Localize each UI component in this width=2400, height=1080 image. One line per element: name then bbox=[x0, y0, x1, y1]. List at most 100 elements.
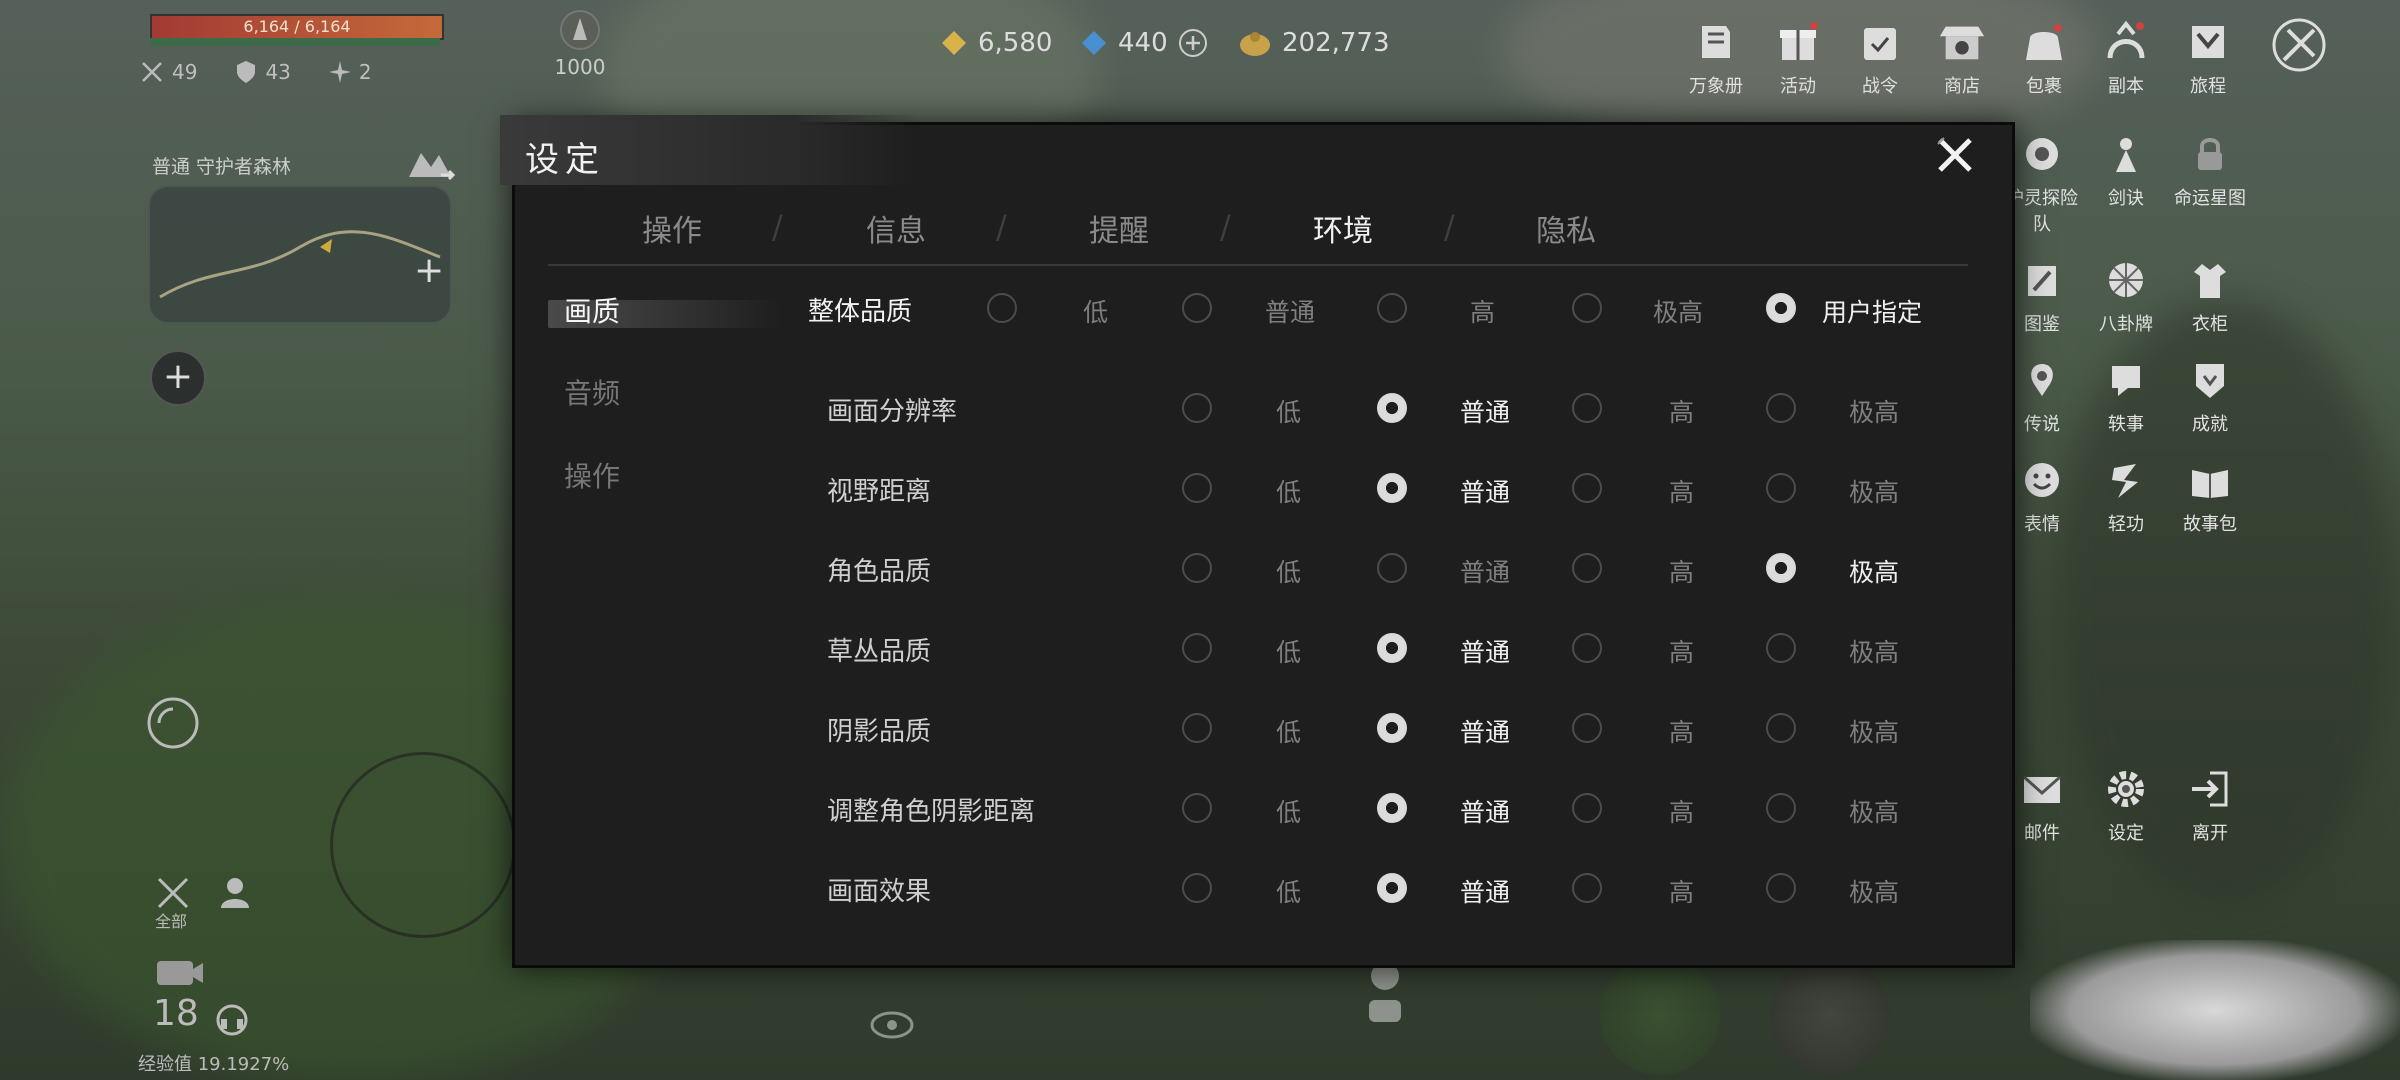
radio-button[interactable] bbox=[1766, 553, 1796, 583]
radio-button[interactable] bbox=[1182, 873, 1212, 903]
setting-option-low[interactable] bbox=[1182, 793, 1212, 823]
setting-option-normal[interactable] bbox=[1377, 873, 1407, 903]
setting-option-ultra[interactable] bbox=[1766, 473, 1796, 503]
skill-button[interactable] bbox=[1770, 955, 1890, 1075]
overall-option-ultra[interactable] bbox=[1572, 293, 1602, 323]
currency-gold-value: 6,580 bbox=[978, 28, 1053, 58]
radio-button[interactable] bbox=[1377, 793, 1407, 823]
setting-option-ultra[interactable] bbox=[1766, 393, 1796, 423]
radio-button[interactable] bbox=[1377, 473, 1407, 503]
radio-button[interactable] bbox=[1572, 393, 1602, 423]
menu-dungeon[interactable]: 副本 bbox=[2085, 18, 2167, 98]
radio-button[interactable] bbox=[1182, 633, 1212, 663]
radio-button[interactable] bbox=[1377, 713, 1407, 743]
setting-row: 阴影品质 低 普通 高 极高 bbox=[0, 703, 2400, 753]
setting-option-low[interactable] bbox=[1182, 713, 1212, 743]
radio-button[interactable] bbox=[1766, 293, 1796, 323]
setting-option-ultra[interactable] bbox=[1766, 793, 1796, 823]
radio-button[interactable] bbox=[1377, 633, 1407, 663]
menu-sword-art[interactable]: 剑诀 bbox=[2084, 130, 2168, 236]
radio-button[interactable] bbox=[1182, 293, 1212, 323]
setting-option-ultra[interactable] bbox=[1766, 873, 1796, 903]
setting-option-ultra[interactable] bbox=[1766, 553, 1796, 583]
tab-info[interactable]: 信息 bbox=[866, 206, 926, 250]
radio-button[interactable] bbox=[1572, 873, 1602, 903]
radio-button[interactable] bbox=[1766, 793, 1796, 823]
setting-option-high[interactable] bbox=[1572, 873, 1602, 903]
setting-option-low[interactable] bbox=[1182, 873, 1212, 903]
close-button[interactable] bbox=[1930, 130, 1980, 180]
add-currency-icon[interactable] bbox=[1178, 28, 1208, 58]
setting-option-high[interactable] bbox=[1572, 553, 1602, 583]
radio-button[interactable] bbox=[1377, 553, 1407, 583]
currency-gold[interactable]: 6,580 bbox=[940, 28, 1052, 58]
setting-option-high[interactable] bbox=[1572, 793, 1602, 823]
radio-button[interactable] bbox=[1182, 713, 1212, 743]
camera-icon[interactable] bbox=[155, 955, 205, 993]
setting-option-normal[interactable] bbox=[1377, 473, 1407, 503]
setting-option-low[interactable] bbox=[1182, 393, 1212, 423]
menu-journey[interactable]: 旅程 bbox=[2167, 18, 2249, 98]
setting-option-high[interactable] bbox=[1572, 633, 1602, 663]
radio-button[interactable] bbox=[1766, 713, 1796, 743]
overall-option-normal[interactable] bbox=[1182, 293, 1212, 323]
setting-option-high[interactable] bbox=[1572, 713, 1602, 743]
setting-option-ultra[interactable] bbox=[1766, 633, 1796, 663]
menu-label: 副本 bbox=[2108, 76, 2144, 97]
currency-blue[interactable]: 440 bbox=[1080, 28, 1208, 58]
radio-button[interactable] bbox=[1572, 553, 1602, 583]
map-expand-icon[interactable] bbox=[405, 145, 457, 185]
emote-chat-icon[interactable] bbox=[1365, 960, 1405, 1034]
menu-events[interactable]: 活动 bbox=[1757, 18, 1839, 98]
setting-option-low[interactable] bbox=[1182, 633, 1212, 663]
radio-button[interactable] bbox=[1766, 633, 1796, 663]
setting-option-low[interactable] bbox=[1182, 473, 1212, 503]
radio-button[interactable] bbox=[1572, 293, 1602, 323]
headset-icon[interactable] bbox=[215, 1003, 249, 1041]
currency-coin[interactable]: 202,773 bbox=[1238, 28, 1390, 58]
setting-option-high[interactable] bbox=[1572, 393, 1602, 423]
menu-fate-stars[interactable]: 命运星图 bbox=[2168, 130, 2252, 236]
skill-button[interactable] bbox=[1600, 955, 1720, 1075]
option-label: 极高 bbox=[1849, 798, 1900, 827]
radio-button[interactable] bbox=[1572, 473, 1602, 503]
radio-button[interactable] bbox=[987, 293, 1017, 323]
radio-button[interactable] bbox=[1182, 793, 1212, 823]
radio-button[interactable] bbox=[1572, 793, 1602, 823]
tab-privacy[interactable]: 隐私 bbox=[1536, 206, 1596, 250]
overall-option-high[interactable] bbox=[1377, 293, 1407, 323]
setting-option-normal[interactable] bbox=[1377, 633, 1407, 663]
radio-button[interactable] bbox=[1766, 473, 1796, 503]
radio-button[interactable] bbox=[1377, 293, 1407, 323]
overall-option-low[interactable] bbox=[987, 293, 1017, 323]
setting-option-normal[interactable] bbox=[1377, 793, 1407, 823]
radio-button[interactable] bbox=[1377, 873, 1407, 903]
level-badge[interactable]: 1000 bbox=[540, 10, 620, 80]
tab-controls[interactable]: 操作 bbox=[642, 206, 702, 250]
setting-option-normal[interactable] bbox=[1377, 713, 1407, 743]
setting-option-low[interactable] bbox=[1182, 553, 1212, 583]
radio-button[interactable] bbox=[1572, 713, 1602, 743]
radio-button[interactable] bbox=[1182, 473, 1212, 503]
radio-button[interactable] bbox=[1377, 393, 1407, 423]
hp-text: 6,164 / 6,164 bbox=[243, 17, 351, 36]
radio-button[interactable] bbox=[1766, 393, 1796, 423]
radio-button[interactable] bbox=[1766, 873, 1796, 903]
dialog-title: 设定 bbox=[525, 140, 605, 180]
combat-toggle-icon[interactable] bbox=[2270, 16, 2328, 78]
menu-catalog[interactable]: 万象册 bbox=[1675, 18, 1757, 98]
menu-inventory[interactable]: 包裹 bbox=[2003, 18, 2085, 98]
tab-reminders[interactable]: 提醒 bbox=[1089, 206, 1149, 250]
radio-button[interactable] bbox=[1182, 553, 1212, 583]
menu-shop[interactable]: 商店 bbox=[1921, 18, 2003, 98]
radio-button[interactable] bbox=[1572, 633, 1602, 663]
setting-option-normal[interactable] bbox=[1377, 553, 1407, 583]
radio-button[interactable] bbox=[1182, 393, 1212, 423]
setting-option-normal[interactable] bbox=[1377, 393, 1407, 423]
setting-option-high[interactable] bbox=[1572, 473, 1602, 503]
setting-option-ultra[interactable] bbox=[1766, 713, 1796, 743]
menu-battlepass[interactable]: 战令 bbox=[1839, 18, 1921, 98]
tab-environment[interactable]: 环境 bbox=[1313, 206, 1373, 250]
overall-option-custom[interactable] bbox=[1766, 293, 1796, 323]
eye-icon[interactable] bbox=[870, 1010, 914, 1044]
